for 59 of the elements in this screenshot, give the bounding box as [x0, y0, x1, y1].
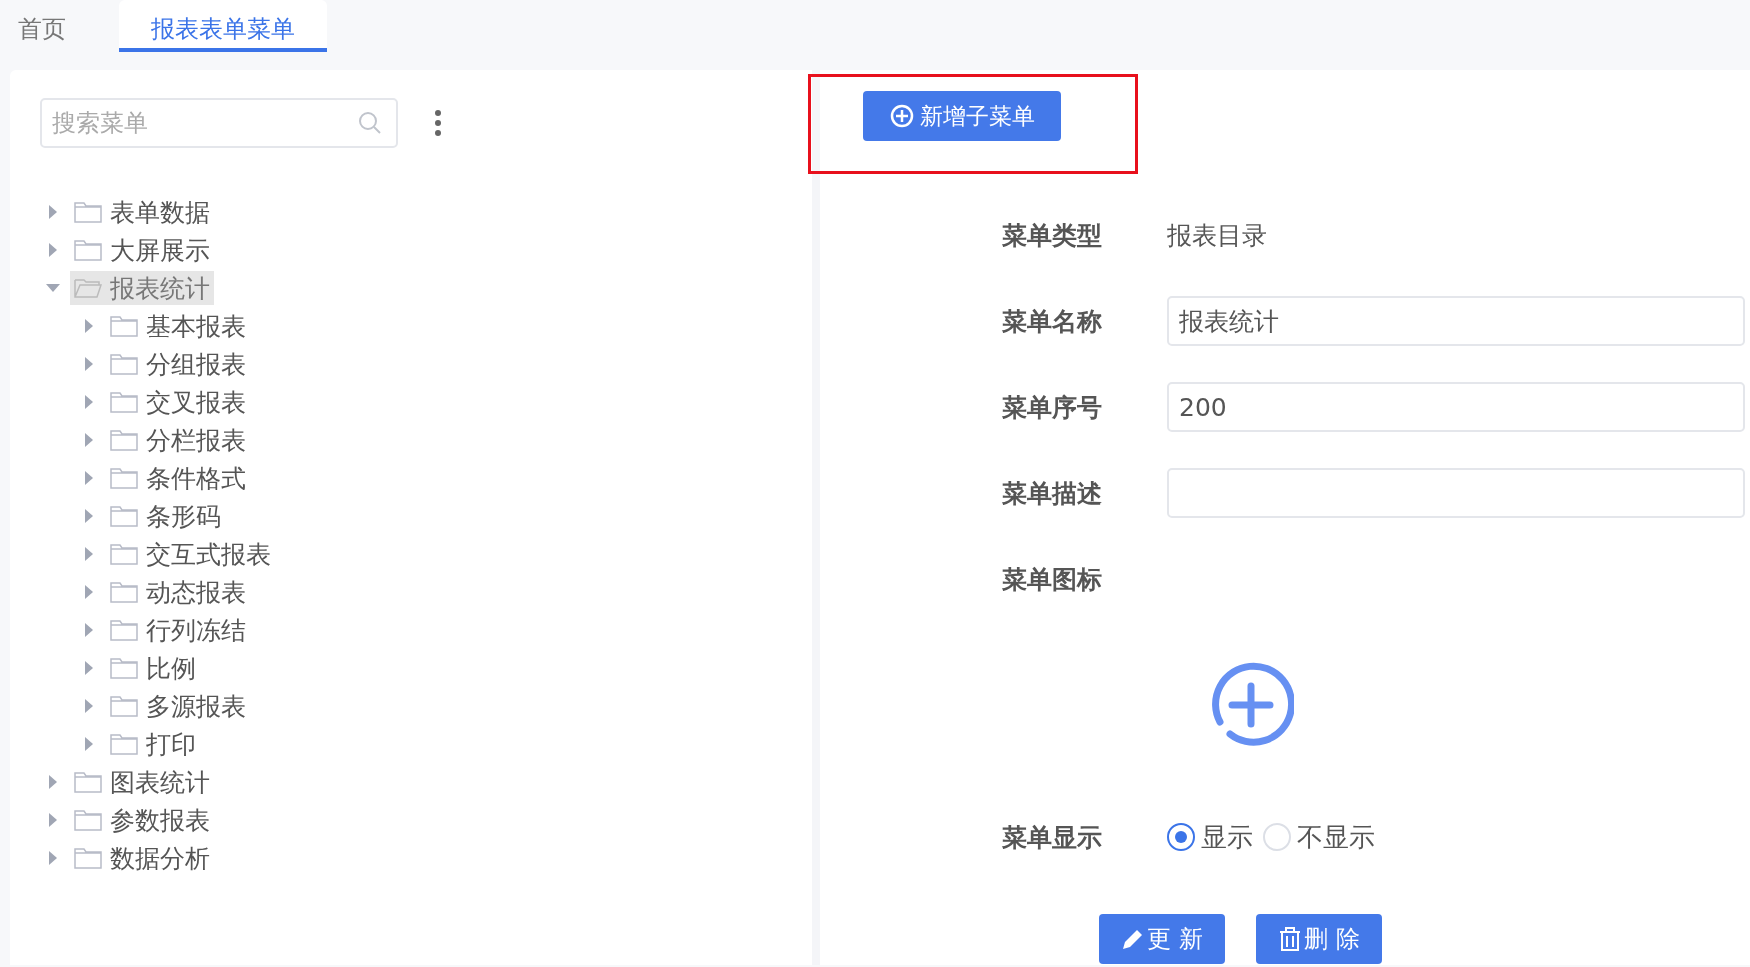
tab[interactable]: 报表表单菜单: [119, 0, 327, 52]
folder-icon: [110, 657, 138, 679]
update-button[interactable]: 更 新: [1099, 914, 1225, 964]
folder-icon: [110, 315, 138, 337]
tree-item[interactable]: 数据分析: [70, 841, 214, 875]
field-value: 报表目录: [1167, 219, 1267, 252]
search-field[interactable]: 搜索菜单: [40, 98, 398, 148]
tree-item[interactable]: 分栏报表: [106, 423, 250, 457]
tree-item[interactable]: 分组报表: [106, 347, 250, 381]
tree-item[interactable]: 条形码: [106, 499, 225, 533]
radio-option[interactable]: 不显示: [1263, 819, 1375, 855]
folder-icon: [110, 505, 138, 527]
open-folder-icon: [74, 277, 102, 299]
folder-icon: [110, 467, 138, 489]
tree-item[interactable]: 图表统计: [70, 765, 214, 799]
field-label: 菜单名称: [1002, 305, 1103, 338]
folder-icon: [110, 391, 138, 413]
search-icon: [358, 111, 382, 135]
tree-item[interactable]: 表单数据: [70, 195, 214, 229]
folder-icon: [110, 695, 138, 717]
tree-item[interactable]: 基本报表: [106, 309, 250, 343]
folder-icon: [110, 429, 138, 451]
folder-icon: [74, 847, 102, 869]
tab[interactable]: 首页: [0, 0, 84, 52]
tree-item[interactable]: 动态报表: [106, 575, 250, 609]
tree-item[interactable]: 条件格式: [106, 461, 250, 495]
field-label: 菜单描述: [1002, 477, 1103, 510]
input-field[interactable]: 200: [1167, 382, 1745, 432]
folder-icon: [110, 353, 138, 375]
input-field[interactable]: 报表统计: [1167, 296, 1745, 346]
trash-icon: [1278, 926, 1303, 952]
field-label: 菜单显示: [1002, 821, 1103, 854]
field-label: 菜单序号: [1002, 391, 1103, 424]
tree-item[interactable]: 多源报表: [106, 689, 250, 723]
folder-icon: [74, 771, 102, 793]
field-label: 菜单图标: [1002, 563, 1103, 596]
radio-button[interactable]: [1167, 823, 1195, 851]
tree-item[interactable]: 交互式报表: [106, 537, 275, 571]
tree-item[interactable]: 比例: [106, 651, 200, 685]
tree-item[interactable]: 打印: [106, 727, 200, 761]
more-icon[interactable]: [434, 110, 442, 136]
add-submenu-button[interactable]: 新增子菜单: [863, 91, 1061, 141]
tree-item[interactable]: 参数报表: [70, 803, 214, 837]
folder-icon: [110, 733, 138, 755]
radio-option[interactable]: 显示: [1167, 819, 1253, 855]
tree-item[interactable]: 报表统计: [70, 271, 214, 305]
tree-item[interactable]: 大屏展示: [70, 233, 214, 267]
plus-circle-icon: [889, 104, 914, 128]
folder-icon: [74, 239, 102, 261]
folder-icon: [74, 809, 102, 831]
folder-icon: [110, 543, 138, 565]
folder-icon: [74, 201, 102, 223]
delete-button[interactable]: 删 除: [1256, 914, 1382, 964]
input-field[interactable]: [1167, 468, 1745, 518]
field-label: 菜单类型: [1002, 219, 1103, 252]
tree-item[interactable]: 行列冻结: [106, 613, 250, 647]
folder-icon: [110, 619, 138, 641]
folder-icon: [110, 581, 138, 603]
tree-item[interactable]: 交叉报表: [106, 385, 250, 419]
